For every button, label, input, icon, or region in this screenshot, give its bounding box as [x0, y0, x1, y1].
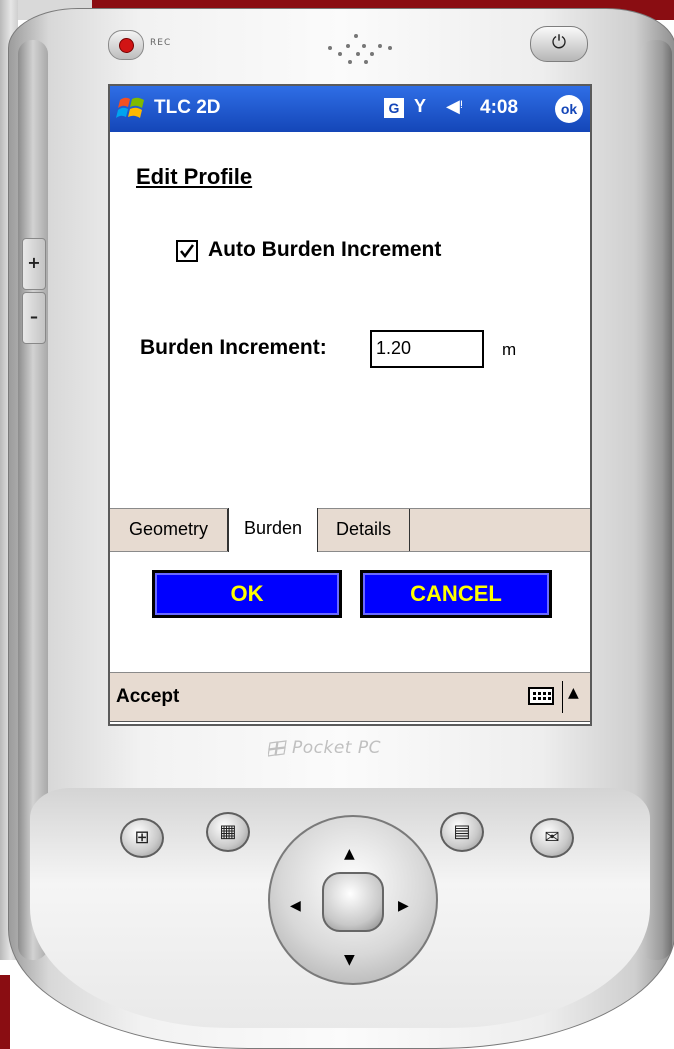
background-red-corner: [0, 975, 10, 1049]
windows-start-icon[interactable]: [116, 92, 148, 124]
volume-down-button[interactable]: –: [22, 292, 46, 344]
ok-button[interactable]: OK: [152, 570, 342, 618]
record-button[interactable]: [108, 30, 144, 60]
app-title: TLC 2D: [154, 97, 221, 118]
pocket-pc-logo: Pocket PC: [268, 738, 381, 758]
ok-close-button[interactable]: ok: [555, 95, 583, 123]
menu-bar: Accept ▲: [110, 672, 590, 722]
auto-burden-label[interactable]: Auto Burden Increment: [208, 238, 441, 262]
tab-bar: Geometry Burden Details: [110, 508, 590, 552]
tab-geometry[interactable]: Geometry: [110, 509, 228, 551]
start-hardware-button[interactable]: ⊞: [120, 818, 164, 858]
accept-softkey[interactable]: Accept: [116, 686, 179, 708]
contacts-hardware-button[interactable]: ▤: [440, 812, 484, 852]
dpad-left-icon[interactable]: ◀: [290, 898, 301, 914]
auto-burden-checkbox[interactable]: [176, 240, 198, 262]
speaker-grille: [318, 22, 398, 72]
dpad-up-icon[interactable]: ▲: [344, 846, 355, 862]
dpad-down-icon[interactable]: ▼: [344, 952, 355, 968]
mail-hardware-button[interactable]: ✉: [530, 818, 574, 858]
checkmark-icon: [180, 244, 195, 259]
windows-flag-icon: [268, 740, 287, 757]
dpad-action-button[interactable]: [322, 872, 384, 932]
calendar-hardware-button[interactable]: ▦: [206, 812, 250, 852]
dpad-right-icon[interactable]: ▶: [398, 898, 409, 914]
record-label: REC: [150, 38, 172, 48]
title-bar: TLC 2D G Y ◀ᵎ 4:08 ok: [110, 86, 590, 132]
record-dot-icon: [119, 38, 134, 53]
power-button[interactable]: ⏻: [530, 26, 588, 62]
burden-unit-label: m: [502, 340, 517, 359]
input-panel-arrow-icon[interactable]: ▲: [568, 685, 579, 701]
burden-increment-input[interactable]: 1.20: [370, 330, 484, 368]
device-screen: TLC 2D G Y ◀ᵎ 4:08 ok Edit Profile Auto …: [108, 84, 592, 726]
page-title: Edit Profile: [136, 164, 253, 189]
keyboard-icon[interactable]: [528, 687, 554, 705]
brand-text: Pocket PC: [292, 738, 381, 758]
cancel-button[interactable]: CANCEL: [360, 570, 552, 618]
signal-strength-icon[interactable]: Y: [414, 96, 426, 117]
volume-icon[interactable]: ◀ᵎ: [446, 96, 463, 117]
clock[interactable]: 4:08: [480, 97, 518, 119]
tab-burden[interactable]: Burden: [228, 508, 318, 552]
connection-g-icon[interactable]: G: [384, 98, 404, 118]
burden-increment-label: Burden Increment:: [140, 336, 327, 359]
menu-divider: [562, 681, 563, 713]
tab-details[interactable]: Details: [318, 509, 410, 551]
volume-up-button[interactable]: +: [22, 238, 46, 290]
